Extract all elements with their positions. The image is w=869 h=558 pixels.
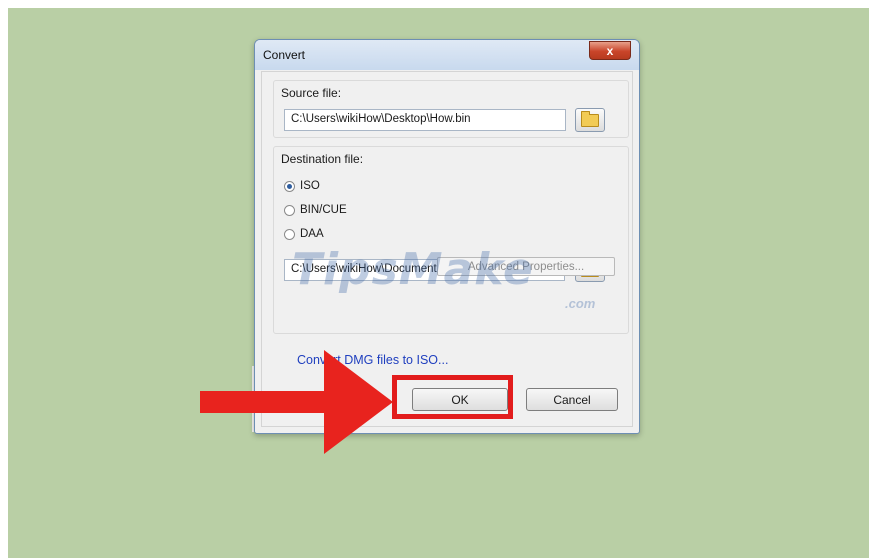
radio-iso[interactable]: ISO — [284, 180, 320, 192]
dialog-title: Convert — [263, 48, 306, 62]
radio-daa-indicator[interactable] — [284, 228, 295, 240]
source-browse-button[interactable] — [575, 108, 605, 132]
radio-iso-indicator[interactable] — [284, 180, 295, 192]
close-button[interactable]: x — [589, 41, 631, 60]
source-group: Source file: C:\Users\wikiHow\Desktop\Ho… — [273, 80, 629, 138]
radio-iso-label: ISO — [300, 180, 320, 192]
source-path-field[interactable]: C:\Users\wikiHow\Desktop\How.bin — [284, 109, 566, 131]
radio-daa[interactable]: DAA — [284, 228, 324, 240]
close-icon: x — [606, 43, 614, 58]
title-bar[interactable]: Convert x — [255, 40, 639, 70]
watermark-suffix: .com — [565, 296, 596, 311]
arrow-shape — [200, 350, 393, 454]
radio-daa-label: DAA — [300, 228, 324, 240]
source-label: Source file: — [281, 86, 342, 100]
cancel-button[interactable]: Cancel — [526, 388, 618, 411]
folder-icon — [581, 110, 599, 127]
radio-bin-cue[interactable]: BIN/CUE — [284, 204, 347, 216]
radio-bin-cue-indicator[interactable] — [284, 204, 295, 216]
radio-bin-cue-label: BIN/CUE — [300, 204, 347, 216]
destination-label: Destination file: — [281, 152, 364, 166]
arrow-pointer-icon — [200, 350, 393, 454]
ok-highlight-box — [392, 375, 513, 419]
advanced-properties-button: Advanced Properties... — [437, 257, 615, 276]
